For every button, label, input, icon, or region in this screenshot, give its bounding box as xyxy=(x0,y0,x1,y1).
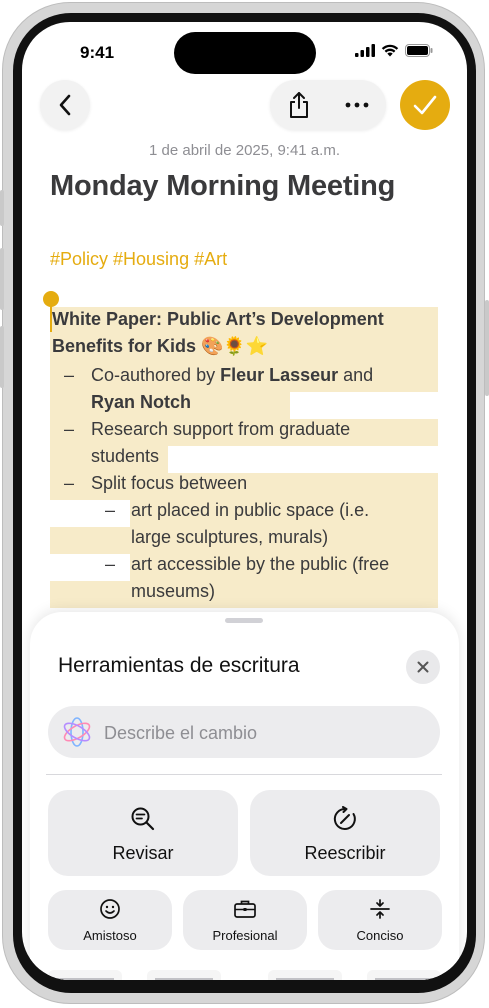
sub-bullet-item: art accessible by the public (free xyxy=(131,554,390,574)
wifi-icon xyxy=(381,44,399,57)
action-button xyxy=(0,190,4,226)
concise-button[interactable]: Conciso xyxy=(318,890,442,950)
format-thumbnail-list[interactable] xyxy=(268,970,342,980)
cellular-signal-icon xyxy=(355,44,375,57)
proofread-magnifier-icon xyxy=(131,807,155,831)
friendly-label: Amistoso xyxy=(83,928,137,943)
share-icon[interactable] xyxy=(288,91,310,119)
concise-label: Conciso xyxy=(356,928,404,943)
indent-gap xyxy=(50,500,130,527)
proofread-button[interactable]: Revisar xyxy=(48,790,238,876)
sub-bullet-item: large sculptures, murals) xyxy=(131,527,329,547)
battery-icon xyxy=(405,44,433,57)
rewrite-button[interactable]: Reescribir xyxy=(250,790,440,876)
apple-intelligence-icon xyxy=(63,717,91,747)
side-button xyxy=(485,300,489,396)
bullet-dash: – xyxy=(64,473,75,493)
divider xyxy=(46,774,442,775)
format-thumbnail-summary[interactable] xyxy=(48,970,122,980)
volume-up-button xyxy=(0,248,4,310)
close-icon xyxy=(417,661,429,673)
indent-gap xyxy=(50,554,130,581)
bullet-item: Co-authored by Fleur Lasseur and xyxy=(91,365,373,386)
format-thumbnail-table[interactable] xyxy=(367,970,441,980)
rewrite-icon xyxy=(333,806,356,830)
proofread-label: Revisar xyxy=(112,843,174,863)
author-name: Ryan Notch xyxy=(91,392,192,412)
describe-change-field[interactable] xyxy=(48,706,440,760)
selection-highlight xyxy=(50,581,438,608)
back-button[interactable] xyxy=(40,80,90,130)
describe-change-input[interactable] xyxy=(102,706,426,760)
sheet-title: Herramientas de escritura xyxy=(58,654,300,677)
screen: 9:41 1 de abril de 2025, 9:41 a.m. Monda… xyxy=(22,22,467,980)
concise-icon xyxy=(370,899,390,919)
bullet-dash: – xyxy=(105,554,116,574)
note-line: White Paper: Public Art’s Development xyxy=(52,309,384,329)
close-button[interactable] xyxy=(406,650,440,684)
checkmark-icon xyxy=(413,95,437,115)
writing-tools-sheet: Herramientas de escritura Describe el ca… xyxy=(30,612,459,980)
toolbar-pill xyxy=(270,80,386,130)
more-icon[interactable] xyxy=(345,102,369,108)
smiley-icon xyxy=(100,899,120,919)
sub-bullet-item: museums) xyxy=(131,581,216,601)
note-title[interactable]: Monday Morning Meeting xyxy=(50,170,395,203)
volume-down-button xyxy=(0,326,4,388)
note-line: Benefits for Kids 🎨🌻⭐ xyxy=(52,336,269,356)
bullet-dash: – xyxy=(105,500,116,520)
professional-label: Profesional xyxy=(212,928,278,943)
note-tags[interactable]: #Policy #Housing #Art xyxy=(50,249,227,270)
dynamic-island xyxy=(174,32,316,74)
format-thumbnail-key-points[interactable] xyxy=(147,970,221,980)
bullet-item: Research support from graduate xyxy=(91,419,351,439)
status-icons xyxy=(355,44,433,57)
sheet-grabber[interactable] xyxy=(225,618,263,623)
friendly-button[interactable]: Amistoso xyxy=(48,890,172,950)
note-date: 1 de abril de 2025, 9:41 a.m. xyxy=(149,142,340,159)
bullet-text: Co-authored by xyxy=(91,365,221,385)
briefcase-icon xyxy=(234,900,256,918)
bullet-item: Split focus between xyxy=(91,473,248,493)
bullet-item: students xyxy=(91,446,160,466)
selection-handle[interactable] xyxy=(43,291,59,307)
bullet-dash: – xyxy=(64,419,75,439)
rewrite-label: Reescribir xyxy=(304,843,386,863)
done-button[interactable] xyxy=(400,80,450,130)
author-name: Fleur Lasseur xyxy=(220,365,339,385)
chevron-left-icon xyxy=(59,94,71,116)
professional-button[interactable]: Profesional xyxy=(183,890,307,950)
sub-bullet-item: art placed in public space (i.e. xyxy=(131,500,370,520)
bullet-text: and xyxy=(338,365,374,385)
bullet-dash: – xyxy=(64,365,75,385)
status-time: 9:41 xyxy=(80,43,115,62)
